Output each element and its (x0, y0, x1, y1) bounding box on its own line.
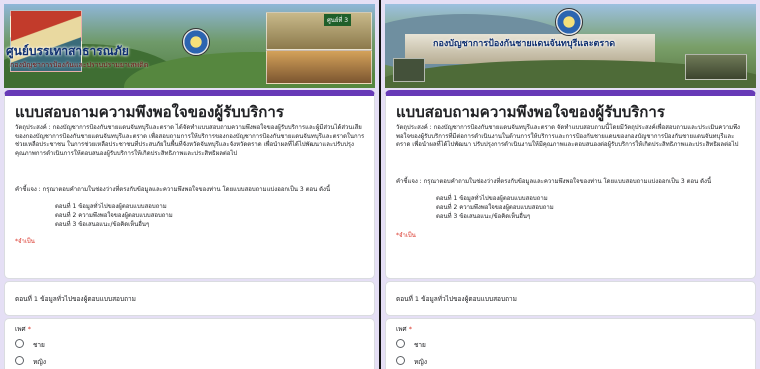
left-form-screenshot: ศูนย์บรรเทาสาธารณภัย กองบัญชาการป้องกันแ… (0, 0, 379, 369)
form-explanation: คำชี้แจง : กรุณาตอบคำถามในช่องว่างที่ตรง… (15, 186, 331, 193)
banner-subtitle: กองบัญชาการป้องกันและปราบปรามยาเสพติด (10, 61, 149, 69)
radio-button-icon[interactable] (15, 356, 24, 365)
form-part-item: ตอนที่ 3 ข้อเสนอแนะ/ข้อคิดเห็นอื่นๆ (436, 213, 531, 220)
header-banner: ศูนย์บรรเทาสาธารณภัย กองบัญชาการป้องกันแ… (4, 4, 375, 88)
right-form-screenshot: กองบัญชาการป้องกันชายแดนจันทบุรีและตราด … (381, 0, 760, 369)
form-objective: วัตถุประสงค์ : กองบัญชาการป้องกันชายแดนจ… (396, 124, 740, 148)
radio-option-label: ชาย (33, 341, 45, 349)
form-objective: วัตถุประสงค์ : กองบัญชาการป้องกันชายแดนจ… (15, 124, 365, 157)
form-part-item: ตอนที่ 2 ความพึงพอใจของผู้ตอบแบบสอบถาม (436, 204, 554, 211)
radio-button-icon[interactable] (15, 339, 24, 348)
section-header-card: ตอนที่ 1 ข้อมูลทั่วไปของผู้ตอบแบบสอบถาม (4, 281, 375, 316)
required-note: *จำเป็น (396, 232, 416, 239)
form-title: แบบสอบถามความพึงพอใจของผู้รับบริการ (15, 103, 284, 121)
form-part-item: ตอนที่ 1 ข้อมูลทั่วไปของผู้ตอบแบบสอบถาม (436, 195, 548, 202)
question-text: เพศ (396, 325, 407, 333)
agency-logo-icon (182, 28, 210, 56)
required-note: *จำเป็น (15, 238, 35, 245)
form-header-card: แบบสอบถามความพึงพอใจของผู้รับบริการ วัตถ… (4, 90, 375, 279)
question-card-gender: เพศ * ชาย หญิง (385, 318, 756, 369)
form-part-item: ตอนที่ 3 ข้อเสนอแนะ/ข้อคิดเห็นอื่นๆ (55, 221, 150, 228)
required-star: * (27, 325, 31, 333)
form-explanation: คำชี้แจง : กรุณาตอบคำถามในช่องว่างที่ตรง… (396, 178, 712, 185)
activity-photo (266, 12, 372, 50)
vehicle-photo (393, 58, 425, 82)
banner-tag: ศูนย์ที่ 3 (324, 14, 352, 26)
banner-title: กองบัญชาการป้องกันชายแดนจันทบุรีและตราด (433, 39, 616, 49)
radio-option-label: ชาย (414, 341, 426, 349)
question-card-gender: เพศ * ชาย หญิง (4, 318, 375, 369)
section-title: ตอนที่ 1 ข้อมูลทั่วไปของผู้ตอบแบบสอบถาม (15, 295, 136, 303)
banner-title: ศูนย์บรรเทาสาธารณภัย (6, 44, 129, 58)
radio-option-label: หญิง (33, 358, 46, 366)
form-title: แบบสอบถามความพึงพอใจของผู้รับบริการ (396, 103, 665, 121)
form-part-item: ตอนที่ 2 ความพึงพอใจของผู้ตอบแบบสอบถาม (55, 212, 173, 219)
radio-option-label: หญิง (414, 358, 427, 366)
agency-logo-icon (555, 8, 583, 36)
question-label: เพศ * (396, 324, 412, 334)
radio-button-icon[interactable] (396, 339, 405, 348)
required-star: * (408, 325, 412, 333)
radio-button-icon[interactable] (396, 356, 405, 365)
question-label: เพศ * (15, 324, 31, 334)
vehicle-photo (685, 54, 747, 80)
section-title: ตอนที่ 1 ข้อมูลทั่วไปของผู้ตอบแบบสอบถาม (396, 295, 517, 303)
activity-photo (266, 50, 372, 84)
header-banner: กองบัญชาการป้องกันชายแดนจันทบุรีและตราด (385, 4, 756, 88)
form-part-item: ตอนที่ 1 ข้อมูลทั่วไปของผู้ตอบแบบสอบถาม (55, 203, 167, 210)
question-text: เพศ (15, 325, 26, 333)
form-header-card: แบบสอบถามความพึงพอใจของผู้รับบริการ วัตถ… (385, 90, 756, 279)
section-header-card: ตอนที่ 1 ข้อมูลทั่วไปของผู้ตอบแบบสอบถาม (385, 281, 756, 316)
